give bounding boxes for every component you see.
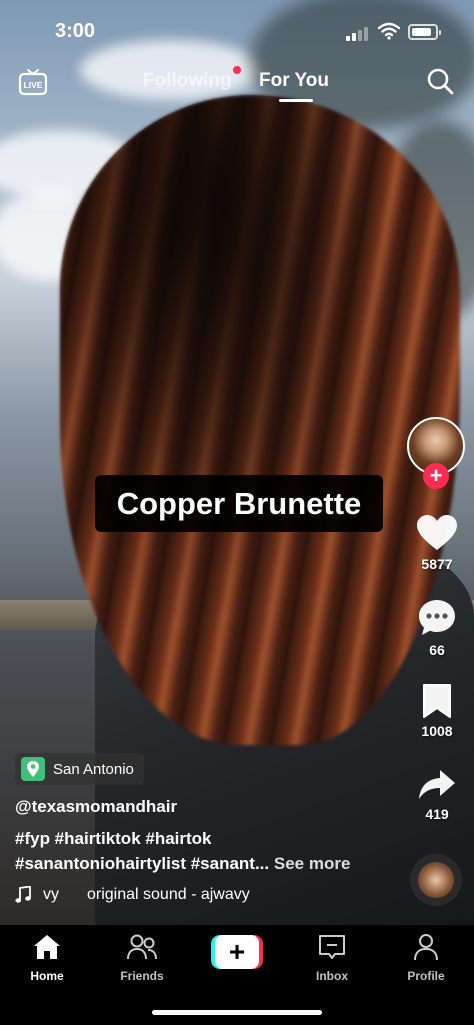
- status-bar: 3:00: [0, 0, 474, 60]
- location-pin-icon: [21, 757, 45, 781]
- like-count: 5877: [421, 556, 453, 572]
- following-notification-dot: [233, 66, 241, 74]
- inbox-icon: [319, 935, 345, 959]
- comment-count: 66: [429, 642, 445, 658]
- wifi-icon: [378, 22, 400, 40]
- caption-hashtags-line1[interactable]: #fyp #hairtiktok #hairtok: [15, 829, 212, 849]
- tab-profile-label: Profile: [407, 969, 445, 983]
- like-button[interactable]: 5877: [406, 514, 468, 572]
- tab-following[interactable]: Following: [143, 70, 232, 92]
- battery-icon: [408, 24, 441, 40]
- status-time: 3:00: [55, 20, 96, 42]
- home-indicator: [152, 1010, 322, 1015]
- save-button[interactable]: 1008: [406, 683, 468, 739]
- sound-marquee-prefix: vy: [43, 886, 59, 903]
- tab-home-label: Home: [30, 969, 64, 983]
- tab-home[interactable]: Home: [7, 933, 87, 983]
- bookmark-icon: [423, 684, 451, 718]
- follow-button[interactable]: +: [423, 463, 449, 489]
- comment-button[interactable]: 66: [406, 598, 468, 658]
- heart-icon: [417, 515, 457, 550]
- tab-friends[interactable]: Friends: [102, 933, 182, 983]
- friends-icon: [127, 934, 157, 960]
- plus-icon: +: [215, 935, 259, 969]
- feed-tabs: Following For You: [0, 66, 474, 108]
- video-frame[interactable]: [0, 0, 474, 925]
- sound-title: original sound - ajwavy: [87, 886, 250, 903]
- share-arrow-icon: [419, 770, 455, 799]
- profile-icon: [414, 934, 438, 961]
- sound-disc-artwork: [418, 862, 454, 898]
- save-count: 1008: [421, 723, 453, 739]
- video-text-overlay: Copper Brunette: [95, 475, 383, 532]
- tab-for-you[interactable]: For You: [259, 70, 329, 92]
- tab-inbox[interactable]: Inbox: [292, 933, 372, 983]
- caption-hashtags-line2: #sanantoniohairtylist #sanant... See mor…: [15, 854, 350, 874]
- signal-icon: [346, 25, 370, 41]
- battery-level: [412, 28, 431, 36]
- see-more-link[interactable]: See more: [274, 854, 351, 873]
- share-count: 419: [425, 806, 449, 822]
- location-label: San Antonio: [53, 760, 134, 778]
- creator-username[interactable]: @texasmomandhair: [15, 797, 177, 817]
- creator-avatar-group: +: [407, 417, 467, 489]
- sound-info[interactable]: vy original sound - ajwavy: [15, 886, 250, 904]
- home-icon: [34, 935, 60, 959]
- comment-icon: [419, 600, 455, 635]
- sound-disc[interactable]: [410, 854, 462, 906]
- active-tab-indicator: [279, 99, 313, 102]
- share-button[interactable]: 419: [406, 768, 468, 822]
- tab-friends-label: Friends: [120, 969, 164, 983]
- music-note-icon: [15, 886, 31, 903]
- tab-inbox-label: Inbox: [316, 969, 348, 983]
- location-tag[interactable]: San Antonio: [15, 753, 144, 785]
- caption-hashtags-line2-text[interactable]: #sanantoniohairtylist #sanant...: [15, 854, 269, 873]
- create-button[interactable]: +: [211, 935, 263, 969]
- search-icon[interactable]: [425, 66, 455, 96]
- hair-shadow: [60, 95, 460, 745]
- tab-profile[interactable]: Profile: [386, 933, 466, 983]
